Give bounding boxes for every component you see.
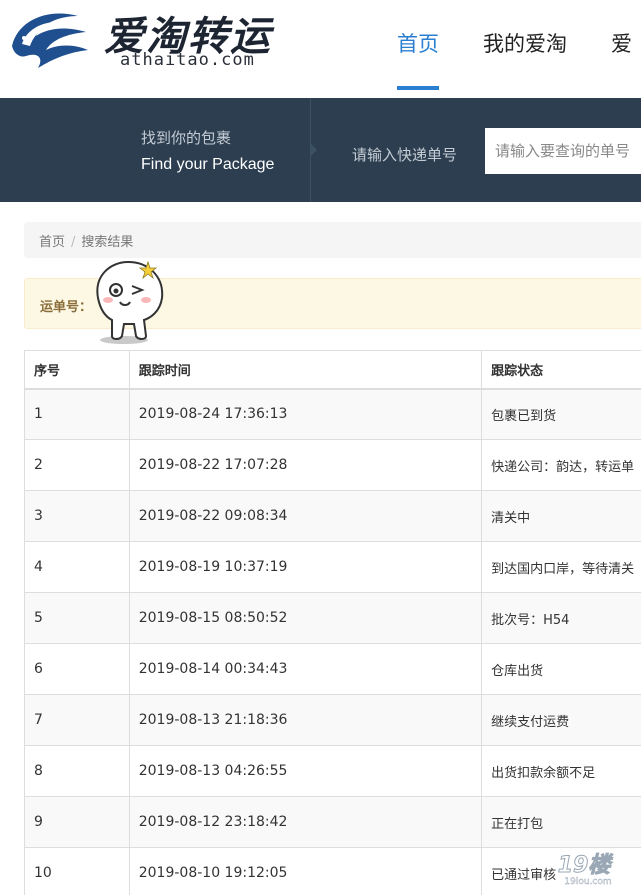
row-number: 5	[24, 592, 130, 644]
table-header-row: 序号 跟踪时间 跟踪状态	[24, 350, 641, 390]
column-header-time: 跟踪时间	[128, 350, 483, 390]
row-time: 2019-08-13 04:26:55	[128, 745, 483, 797]
row-time: 2019-08-13 21:18:36	[128, 694, 483, 746]
row-number: 6	[24, 643, 130, 695]
row-status: 清关中	[481, 490, 641, 542]
table-row: 9 2019-08-12 23:18:42 正在打包	[24, 796, 641, 848]
row-status: 仓库出货	[481, 643, 641, 695]
row-time: 2019-08-15 08:50:52	[128, 592, 483, 644]
tracking-history-table: 序号 跟踪时间 跟踪状态 1 2019-08-24 17:36:13 包裹已到货…	[24, 350, 641, 895]
breadcrumb-separator: /	[71, 235, 76, 250]
table-row: 7 2019-08-13 21:18:36 继续支付运费	[24, 694, 641, 746]
table-row: 6 2019-08-14 00:34:43 仓库出货	[24, 643, 641, 695]
watermark-text: 19楼	[558, 853, 614, 878]
watermark-subtext: 19lou.com	[564, 877, 611, 887]
column-header-status: 跟踪状态	[481, 350, 641, 390]
row-time: 2019-08-22 17:07:28	[128, 439, 483, 491]
site-watermark-logo: 19楼 19lou.com	[557, 853, 614, 888]
row-status: 快递公司：韵达，转运单	[481, 439, 641, 491]
nav-item-my-aitao[interactable]: 我的爱淘	[483, 28, 567, 90]
site-header: 爱淘转运 athaitao.com 首页 我的爱淘 爱	[0, 0, 641, 98]
row-status: 继续支付运费	[481, 694, 641, 746]
row-status: 批次号：H54	[481, 592, 641, 644]
row-status: 到达国内口岸，等待清关	[481, 541, 641, 593]
table-row: 1 2019-08-24 17:36:13 包裹已到货	[24, 388, 641, 440]
tracking-input-label: 请输入快递单号	[352, 146, 458, 164]
site-logo[interactable]: 爱淘转运 athaitao.com	[8, 4, 270, 70]
row-time: 2019-08-22 09:08:34	[128, 490, 483, 542]
table-row: 3 2019-08-22 09:08:34 清关中	[24, 490, 641, 542]
find-package-subtitle: Find your Package	[141, 156, 275, 173]
eagle-logo-icon	[12, 13, 88, 68]
row-number: 10	[24, 847, 130, 895]
table-row: 5 2019-08-15 08:50:52 批次号：H54	[24, 592, 641, 644]
row-time: 2019-08-19 10:37:19	[128, 541, 483, 593]
row-status: 出货扣款余额不足	[481, 745, 641, 797]
row-time: 2019-08-24 17:36:13	[128, 388, 483, 440]
row-number: 1	[24, 388, 130, 440]
package-search-band: 找到你的包裹 Find your Package 请输入快递单号	[0, 98, 641, 202]
tracking-number-input[interactable]	[485, 128, 641, 174]
main-nav: 首页 我的爱淘 爱	[397, 28, 641, 90]
tracking-number-label: 运单号：	[40, 300, 93, 315]
table-row: 8 2019-08-13 04:26:55 出货扣款余额不足	[24, 745, 641, 797]
row-number: 2	[24, 439, 130, 491]
row-number: 7	[24, 694, 130, 746]
row-number: 9	[24, 796, 130, 848]
row-time: 2019-08-10 19:12:05	[128, 847, 483, 895]
winking-cartoon-sticker-icon	[96, 260, 164, 344]
divider-arrow-icon	[310, 143, 317, 157]
breadcrumb-home-link[interactable]: 首页	[39, 235, 65, 250]
breadcrumb-current: 搜索结果	[81, 235, 134, 250]
table-row: 2 2019-08-22 17:07:28 快递公司：韵达，转运单	[24, 439, 641, 491]
find-package-title: 找到你的包裹	[141, 129, 232, 147]
table-row: 4 2019-08-19 10:37:19 到达国内口岸，等待清关	[24, 541, 641, 593]
row-time: 2019-08-14 00:34:43	[128, 643, 483, 695]
row-number: 3	[24, 490, 130, 542]
row-status: 包裹已到货	[481, 388, 641, 440]
nav-item-home[interactable]: 首页	[397, 28, 439, 90]
row-status: 正在打包	[481, 796, 641, 848]
nav-item-more[interactable]: 爱	[611, 28, 632, 90]
column-header-number: 序号	[24, 350, 130, 390]
breadcrumb: 首页 / 搜索结果	[24, 222, 641, 258]
logo-domain-text: athaitao.com	[120, 50, 255, 70]
row-time: 2019-08-12 23:18:42	[128, 796, 483, 848]
row-number: 4	[24, 541, 130, 593]
row-number: 8	[24, 745, 130, 797]
